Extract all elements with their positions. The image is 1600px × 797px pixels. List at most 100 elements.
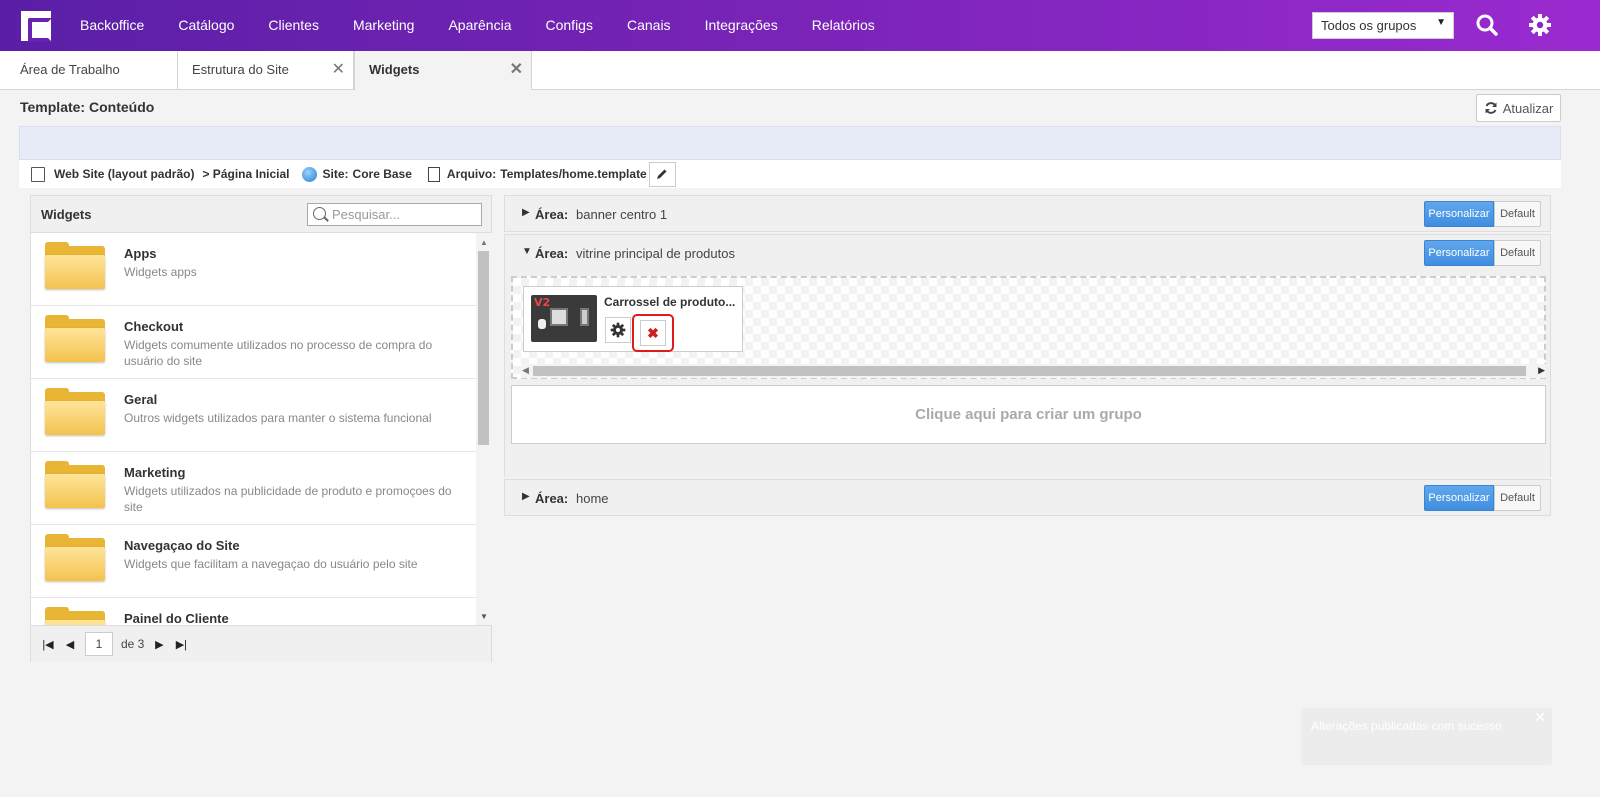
widget-settings-button[interactable] (605, 317, 631, 343)
refresh-button[interactable]: Atualizar (1476, 94, 1561, 122)
list-item[interactable]: Navegaçao do Site Widgets que facilitam … (31, 525, 476, 598)
area-row-home[interactable]: ▶ Área: home Personalizar Default (504, 479, 1551, 516)
category-name: Checkout (124, 319, 184, 334)
top-navbar: Backoffice Catálogo Clientes Marketing A… (0, 0, 1600, 51)
pager: |◀ ◀ 1 de 3 ▶ ▶| (31, 625, 491, 662)
nav-aparencia[interactable]: Aparência (431, 0, 528, 51)
tab-estrutura-do-site[interactable]: Estrutura do Site ✕ (178, 51, 354, 89)
breadcrumb-page[interactable]: > Página Inicial (202, 167, 289, 181)
default-button[interactable]: Default (1494, 240, 1541, 266)
page-count: de 3 (121, 637, 145, 651)
group-select[interactable]: Todos os grupos ▼ (1312, 12, 1454, 39)
file-icon (427, 166, 440, 182)
scroll-up-icon[interactable]: ▲ (480, 238, 488, 247)
file-label: Arquivo: (446, 167, 497, 181)
widget-card[interactable]: V2 Carrossel de produto... ✖ (523, 286, 743, 352)
magnifier-icon (313, 207, 326, 220)
area-name: home (576, 491, 609, 506)
gear-icon[interactable] (1528, 13, 1552, 37)
nav-relatorios[interactable]: Relatórios (795, 0, 892, 51)
nav-configs[interactable]: Configs (529, 0, 610, 51)
horizontal-scrollbar[interactable]: ◀ ▶ (521, 364, 1546, 378)
area-label: Área: (535, 491, 569, 506)
info-band (19, 126, 1561, 160)
category-desc: Widgets apps (124, 265, 197, 279)
edit-file-button[interactable] (648, 161, 676, 187)
list-item[interactable]: Marketing Widgets utilizados na publicid… (31, 452, 476, 525)
remove-widget-button[interactable]: ✖ (640, 320, 666, 346)
category-name: Marketing (124, 465, 186, 480)
nav-canais[interactable]: Canais (610, 0, 688, 51)
nav-catalogo[interactable]: Catálogo (161, 0, 251, 51)
default-button[interactable]: Default (1494, 485, 1541, 511)
group-select-value: Todos os grupos (1321, 18, 1417, 33)
search-input[interactable]: Pesquisar... (307, 203, 482, 226)
breadcrumb-website[interactable]: Web Site (layout padrão) (54, 167, 194, 181)
expand-arrow-icon[interactable]: ▶ (522, 207, 530, 218)
prev-page-icon[interactable]: ◀ (63, 638, 77, 651)
category-desc: Widgets que facilitam a navegaçao do usu… (124, 557, 418, 571)
app-logo[interactable] (21, 10, 52, 42)
scrollbar-thumb[interactable] (533, 366, 1526, 376)
tab-label: Estrutura do Site (192, 62, 289, 77)
widgets-panel-header: Widgets Pesquisar... (31, 196, 491, 233)
personalize-button[interactable]: Personalizar (1424, 201, 1494, 227)
next-page-icon[interactable]: ▶ (152, 638, 166, 651)
page-icon (31, 166, 45, 182)
first-page-icon[interactable]: |◀ (41, 638, 55, 651)
widgets-panel-title: Widgets (41, 207, 92, 222)
personalize-button[interactable]: Personalizar (1424, 485, 1494, 511)
widget-dropzone[interactable]: V2 Carrossel de produto... ✖ ◀ ▶ (511, 276, 1546, 379)
list-item[interactable]: Painel do Cliente (31, 598, 476, 625)
nav-integracoes[interactable]: Integrações (688, 0, 795, 51)
tab-area-de-trabalho[interactable]: Área de Trabalho (0, 51, 178, 89)
scroll-left-icon[interactable]: ◀ (522, 365, 529, 376)
tab-label: Área de Trabalho (20, 62, 120, 77)
search-icon[interactable] (1476, 14, 1498, 36)
pencil-icon (657, 169, 667, 179)
list-item[interactable]: Apps Widgets apps (31, 233, 476, 306)
area-row-vitrine[interactable]: ▼ Área: vitrine principal de produtos Pe… (504, 234, 1551, 271)
nav-marketing[interactable]: Marketing (336, 0, 431, 51)
list-item[interactable]: Geral Outros widgets utilizados para man… (31, 379, 476, 452)
hand-cursor-icon (538, 319, 546, 329)
widget-title: Carrossel de produto... (604, 295, 736, 309)
personalize-button[interactable]: Personalizar (1424, 240, 1494, 266)
category-desc: Outros widgets utilizados para manter o … (124, 411, 432, 425)
remove-widget-highlight: ✖ (632, 314, 674, 352)
scrollbar-thumb[interactable] (478, 251, 489, 445)
widget-category-list: Apps Widgets apps Checkout Widgets comum… (31, 233, 476, 625)
folder-icon (45, 607, 105, 625)
scroll-down-icon[interactable]: ▼ (480, 612, 488, 621)
tab-widgets[interactable]: Widgets ✕ (354, 51, 532, 90)
folder-icon (45, 461, 105, 508)
phone-icon (580, 308, 589, 326)
expand-arrow-icon[interactable]: ▶ (522, 491, 530, 502)
refresh-label: Atualizar (1502, 100, 1554, 116)
category-name: Painel do Cliente (124, 611, 229, 625)
site-value: Core Base (352, 167, 412, 181)
scroll-right-icon[interactable]: ▶ (1538, 365, 1545, 376)
close-icon[interactable]: ✕ (510, 59, 523, 79)
nav-backoffice[interactable]: Backoffice (63, 0, 161, 51)
default-button[interactable]: Default (1494, 201, 1541, 227)
area-row-banner[interactable]: ▶ Área: banner centro 1 Personalizar Def… (504, 195, 1551, 232)
create-group-button[interactable]: Clique aqui para criar um grupo (511, 385, 1546, 444)
tablet-icon (550, 308, 568, 326)
area-label: Área: (535, 207, 569, 222)
toast-notification: Alterações publicadas com sucesso ✕ (1301, 708, 1552, 765)
globe-icon (301, 166, 317, 182)
area-label: Área: (535, 246, 569, 261)
folder-icon (45, 315, 105, 362)
folder-icon (45, 534, 105, 581)
close-icon[interactable]: ✕ (1534, 709, 1546, 726)
last-page-icon[interactable]: ▶| (174, 638, 188, 651)
nav-clientes[interactable]: Clientes (251, 0, 336, 51)
collapse-arrow-icon[interactable]: ▼ (522, 246, 532, 257)
close-icon[interactable]: ✕ (332, 59, 345, 79)
list-scrollbar[interactable]: ▲ ▼ (476, 233, 492, 625)
page-input[interactable]: 1 (85, 632, 113, 656)
list-item[interactable]: Checkout Widgets comumente utilizados no… (31, 306, 476, 379)
category-desc: Widgets comumente utilizados no processo… (124, 338, 433, 368)
gear-icon (610, 322, 626, 338)
